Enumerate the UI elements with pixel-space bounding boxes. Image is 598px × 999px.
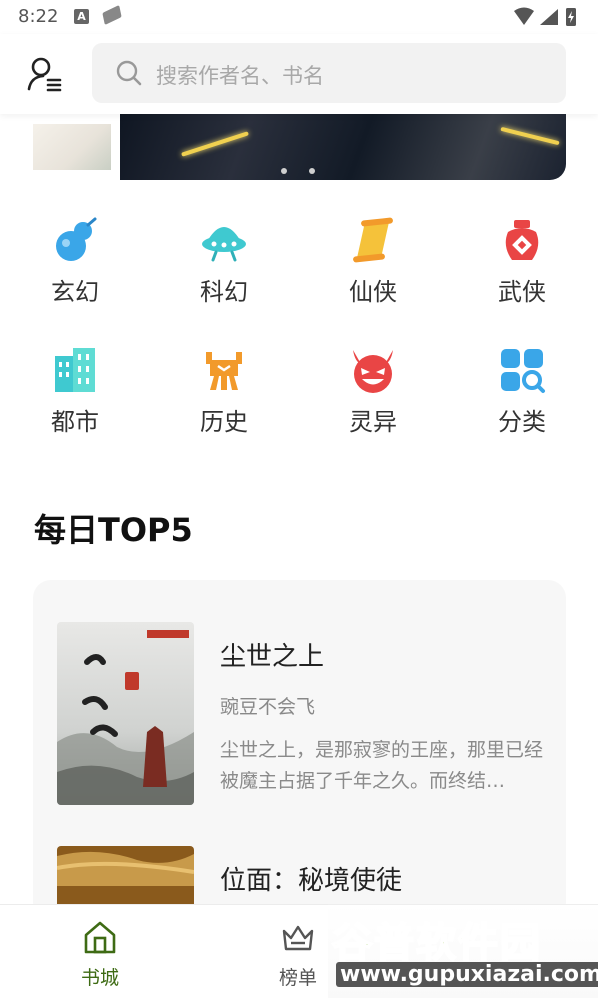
- category-xuanhuan[interactable]: 玄幻: [25, 216, 125, 307]
- carousel-dot[interactable]: [281, 168, 287, 174]
- signal-battery-icon: [514, 7, 576, 26]
- tag-icon: [102, 4, 122, 26]
- nav-label: 书城: [80, 967, 119, 989]
- user-menu-icon[interactable]: [26, 56, 66, 92]
- banner-light-streak: [500, 126, 560, 146]
- banner-prev-image[interactable]: [33, 124, 111, 170]
- top-bar: 搜索作者名、书名: [0, 34, 598, 114]
- book-cover-art: [57, 622, 194, 805]
- category-label: 仙侠: [349, 278, 397, 306]
- category-dushi[interactable]: 都市: [25, 346, 125, 437]
- status-bar: 8:22 A: [0, 0, 598, 34]
- bronze-vessel-icon: [206, 352, 242, 390]
- status-time: 8:22: [18, 6, 59, 27]
- category-label: 科幻: [200, 278, 248, 306]
- nav-label: 榜单: [278, 967, 317, 989]
- category-lishi[interactable]: 历史: [174, 346, 274, 437]
- book-title[interactable]: 位面：秘境使徒: [220, 860, 402, 897]
- wine-jar-icon: [505, 220, 539, 260]
- home-icon: [84, 921, 116, 954]
- search-icon: [116, 60, 142, 86]
- category-lingyi[interactable]: 灵异: [323, 346, 423, 437]
- search-input[interactable]: 搜索作者名、书名: [92, 43, 566, 103]
- banner-light-streak: [181, 131, 249, 157]
- top5-card: 尘世之上 豌豆不会飞 尘世之上，是那寂寥的王座，那里已经被魔主占据了千年之久。而…: [33, 580, 566, 920]
- watermark-logo: 谷普软件园 www.gupuxiazai.com: [328, 904, 598, 998]
- building-icon: [55, 348, 95, 392]
- book-title[interactable]: 尘世之上: [220, 636, 324, 673]
- category-label: 武侠: [498, 278, 546, 306]
- section-title-top5: 每日TOP5: [34, 511, 193, 549]
- crown-icon: [282, 925, 314, 951]
- category-xianxia[interactable]: 仙侠: [323, 216, 423, 307]
- category-wuxia[interactable]: 武侠: [472, 216, 572, 307]
- search-placeholder: 搜索作者名、书名: [156, 64, 324, 88]
- watermark-brand: 谷普软件园: [331, 919, 542, 967]
- book-description: 尘世之上，是那寂寥的王座，那里已经被魔主占据了千年之久。而终结…: [220, 739, 544, 792]
- nav-tab-bookstore[interactable]: 书城: [60, 919, 140, 990]
- category-label: 灵异: [349, 408, 397, 436]
- notification-a-icon: A: [74, 9, 89, 24]
- category-label: 都市: [51, 408, 99, 436]
- ufo-icon: [202, 227, 246, 262]
- book-cover[interactable]: [57, 622, 194, 805]
- nav-tab-ranking[interactable]: 榜单: [258, 919, 338, 990]
- gourd-icon: [56, 217, 97, 261]
- book-item[interactable]: 尘世之上 豌豆不会飞 尘世之上，是那寂寥的王座，那里已经被魔主占据了千年之久。而…: [57, 622, 566, 805]
- watermark-url: www.gupuxiazai.com: [336, 962, 598, 987]
- scroll-icon: [353, 217, 393, 263]
- category-label: 玄幻: [51, 278, 99, 306]
- book-author[interactable]: 豌豆不会飞: [220, 692, 315, 719]
- category-kehuan[interactable]: 科幻: [174, 216, 274, 307]
- category-label: 历史: [200, 408, 248, 436]
- carousel-dot[interactable]: [309, 168, 315, 174]
- category-label: 分类: [498, 408, 546, 436]
- devil-icon: [353, 350, 393, 393]
- grid-search-icon: [501, 349, 545, 393]
- banner-image[interactable]: [120, 114, 566, 180]
- banner-carousel[interactable]: [0, 114, 598, 184]
- category-fenlei[interactable]: 分类: [472, 346, 572, 437]
